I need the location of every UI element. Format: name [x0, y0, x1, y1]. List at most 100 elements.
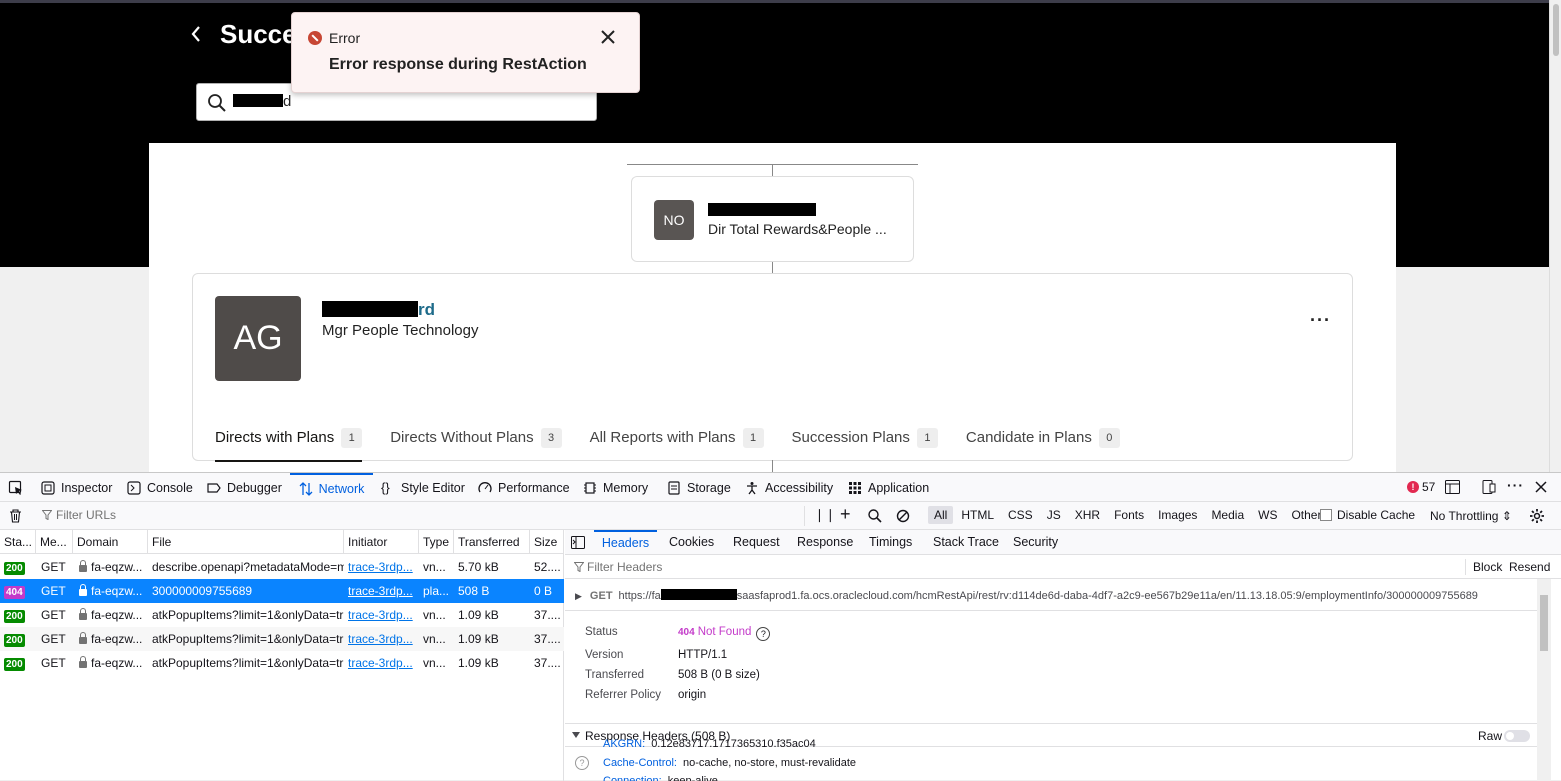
close-devtools-icon[interactable]: [1535, 481, 1547, 493]
tab-network[interactable]: Network: [290, 473, 373, 502]
filter-xhr[interactable]: XHR: [1069, 506, 1106, 524]
tab-request[interactable]: Request: [733, 530, 780, 555]
tab-debugger[interactable]: Debugger: [207, 473, 282, 502]
gear-icon[interactable]: [1529, 508, 1545, 524]
disable-cache-checkbox[interactable]: Disable Cache: [1320, 508, 1415, 522]
request-details-panel: Headers Cookies Request Response Timings…: [565, 530, 1561, 781]
count-badge: 0: [1098, 428, 1120, 448]
initiator-link[interactable]: trace-3rdp...: [344, 627, 419, 651]
help-icon[interactable]: ?: [756, 627, 771, 641]
filter-css[interactable]: CSS: [1002, 506, 1039, 524]
responsive-design-icon[interactable]: [1481, 480, 1496, 494]
braces-icon: {}: [381, 479, 390, 495]
tab-storage[interactable]: Storage: [667, 473, 731, 502]
table-row[interactable]: 200 GET fa-eqzw... describe.openapi?meta…: [0, 555, 564, 579]
tab-memory[interactable]: Memory: [583, 473, 648, 502]
error-count-badge[interactable]: ! 57: [1407, 480, 1435, 494]
tab-performance[interactable]: Performance: [478, 473, 570, 502]
column-method[interactable]: Me...: [36, 530, 73, 554]
pause-icon[interactable]: ❘❘: [814, 507, 836, 523]
method-cell: GET: [41, 608, 66, 622]
help-icon[interactable]: ?: [575, 756, 589, 770]
column-type[interactable]: Type: [419, 530, 454, 554]
org-connector: [772, 460, 773, 472]
throttling-select[interactable]: No Throttling ⇕: [1430, 509, 1512, 523]
pick-element-icon[interactable]: [8, 473, 24, 502]
table-row[interactable]: 200 GET fa-eqzw... atkPopupItems?limit=1…: [0, 627, 564, 651]
search-icon[interactable]: [868, 509, 882, 523]
filter-media[interactable]: Media: [1205, 506, 1250, 524]
filter-html[interactable]: HTML: [955, 506, 1000, 524]
tab-inspector[interactable]: Inspector: [41, 473, 112, 502]
filter-headers-input[interactable]: Filter Headers: [587, 560, 662, 574]
tab-all-reports-with-plans[interactable]: All Reports with Plans 1: [590, 424, 764, 462]
block-button[interactable]: Block: [1473, 560, 1502, 574]
toast-title: Error: [329, 30, 361, 46]
tab-cookies[interactable]: Cookies: [669, 530, 714, 555]
more-actions-icon[interactable]: ···: [1310, 310, 1331, 331]
request-url-row[interactable]: ▶ GET https://fa saasfaprod1.fa.ocs.oraclec…: [565, 579, 1537, 611]
tab-console[interactable]: Console: [127, 473, 193, 502]
transferred-cell: 508 B: [458, 584, 490, 598]
add-request-icon[interactable]: +: [840, 504, 851, 525]
filter-urls-input[interactable]: Filter URLs: [56, 508, 116, 522]
tab-security[interactable]: Security: [1013, 530, 1058, 555]
tab-directs-without-plans[interactable]: Directs Without Plans 3: [390, 424, 562, 462]
tab-application[interactable]: Application: [848, 473, 929, 502]
tab-succession-plans[interactable]: Succession Plans 1: [792, 424, 938, 462]
file-cell: 300000009755689: [152, 584, 253, 598]
manager-card[interactable]: NO Dir Total Rewards&People ...: [631, 176, 914, 262]
filter-fonts[interactable]: Fonts: [1108, 506, 1150, 524]
initiator-link[interactable]: trace-3rdp...: [344, 603, 419, 627]
trash-icon[interactable]: [9, 509, 22, 523]
close-icon[interactable]: [599, 28, 617, 46]
raw-toggle[interactable]: [1504, 730, 1530, 742]
tab-accessibility[interactable]: Accessibility: [745, 473, 833, 502]
console-icon: [127, 480, 141, 495]
domain-cell: fa-eqzw...: [73, 579, 148, 603]
employee-name-link[interactable]: rd: [322, 300, 435, 320]
split-console-icon[interactable]: [1445, 480, 1460, 494]
tab-candidate-in-plans[interactable]: Candidate in Plans 0: [966, 424, 1120, 462]
table-row[interactable]: 200 GET fa-eqzw... atkPopupItems?limit=1…: [0, 603, 564, 627]
column-file[interactable]: File: [148, 530, 344, 554]
table-row-selected[interactable]: 404 GET fa-eqzw... 300000009755689 trace…: [0, 579, 564, 603]
status-badge: 404: [4, 586, 25, 599]
initiator-link[interactable]: trace-3rdp...: [344, 579, 419, 603]
size-cell: 52....: [534, 560, 561, 574]
filter-images[interactable]: Images: [1152, 506, 1203, 524]
toggle-sidebar-icon[interactable]: [571, 536, 585, 549]
block-icon[interactable]: [896, 509, 910, 523]
search-icon: [208, 94, 226, 112]
more-options-icon[interactable]: ···: [1507, 477, 1524, 493]
raw-label: Raw: [1478, 729, 1503, 743]
type-cell: pla...: [423, 584, 450, 598]
page-scrollbar[interactable]: [1549, 0, 1561, 472]
filter-ws[interactable]: WS: [1252, 506, 1283, 524]
tab-response[interactable]: Response: [797, 530, 853, 555]
back-chevron-icon[interactable]: [190, 24, 206, 44]
details-scrollbar[interactable]: [1537, 579, 1551, 781]
tab-timings[interactable]: Timings: [869, 530, 912, 555]
filter-js[interactable]: JS: [1041, 506, 1067, 524]
tab-stack-trace[interactable]: Stack Trace: [933, 530, 999, 555]
tab-headers[interactable]: Headers: [594, 530, 657, 555]
column-initiator[interactable]: Initiator: [344, 530, 419, 554]
column-transferred[interactable]: Transferred: [454, 530, 530, 554]
filter-all[interactable]: All: [928, 506, 954, 524]
column-status[interactable]: Sta...: [0, 530, 36, 554]
resend-button[interactable]: Resend: [1509, 560, 1550, 574]
error-icon: [308, 31, 322, 45]
network-toolbar: Filter URLs ❘❘ + All HTML CSS JS XHR Fon…: [0, 502, 1561, 530]
initiator-link[interactable]: trace-3rdp...: [344, 555, 419, 579]
table-row[interactable]: 200 GET fa-eqzw... atkPopupItems?limit=1…: [0, 651, 564, 675]
column-domain[interactable]: Domain: [73, 530, 148, 554]
tab-directs-with-plans[interactable]: Directs with Plans 1: [215, 424, 363, 462]
column-size[interactable]: Size: [530, 530, 564, 554]
tab-style-editor[interactable]: {} Style Editor: [381, 473, 465, 502]
initiator-link[interactable]: trace-3rdp...: [344, 651, 419, 675]
transferred-cell: 1.09 kB: [458, 608, 499, 622]
request-method: GET: [589, 590, 613, 602]
redaction-bar: [233, 94, 283, 107]
status-badge: 200: [4, 562, 25, 575]
